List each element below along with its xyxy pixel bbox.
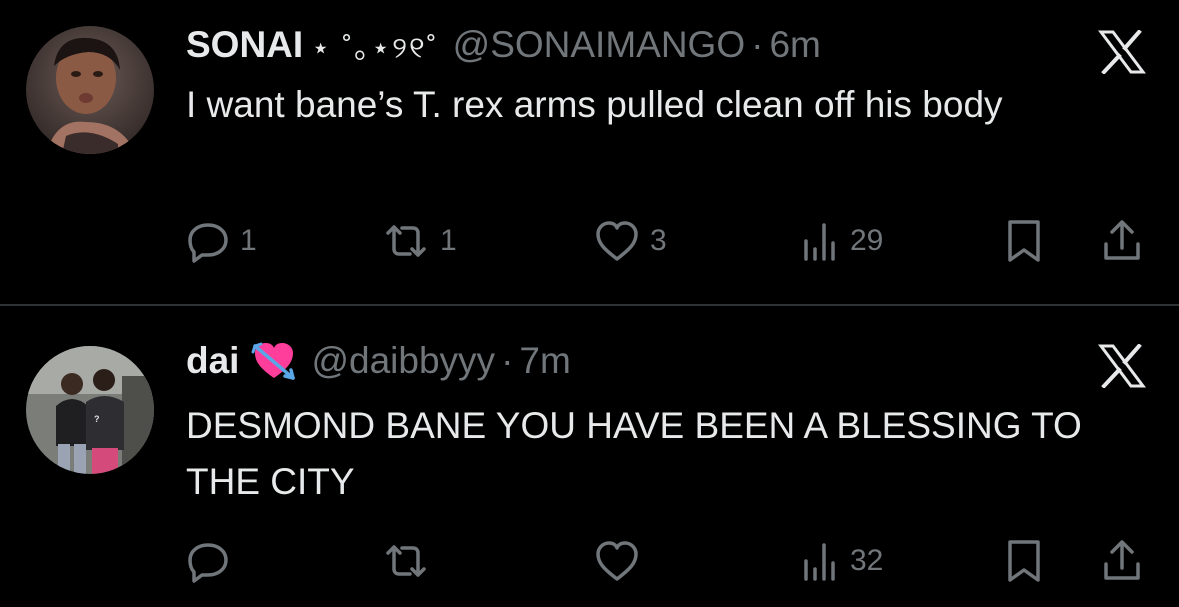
separator: · xyxy=(501,340,514,381)
retweet-button[interactable]: 1 xyxy=(382,216,457,266)
like-button[interactable]: 3 xyxy=(594,216,667,266)
tweet-text: I want bane’s T. rex arms pulled clean o… xyxy=(186,84,1003,125)
timestamp[interactable]: 6m xyxy=(769,24,820,66)
bookmark-button[interactable] xyxy=(1004,536,1044,586)
retweet-button[interactable] xyxy=(382,536,440,586)
view-count: 32 xyxy=(850,544,884,577)
bookmark-button[interactable] xyxy=(1004,216,1044,266)
reply-button[interactable]: 1 xyxy=(186,216,257,266)
retweet-icon xyxy=(382,539,430,583)
name-decoration: ⋆ ˚｡⋆୨୧˚ xyxy=(311,32,439,65)
like-button[interactable] xyxy=(594,536,650,586)
heart-with-arrow-icon xyxy=(251,338,297,384)
reply-icon xyxy=(186,539,230,583)
bookmark-icon xyxy=(1004,538,1044,584)
avatar[interactable] xyxy=(26,26,154,154)
reply-icon xyxy=(186,219,230,263)
like-count: 3 xyxy=(650,224,667,257)
separator: · xyxy=(751,24,764,65)
share-button[interactable] xyxy=(1100,216,1144,266)
svg-text:?: ? xyxy=(94,414,100,424)
tweet-header: SONAI ⋆ ˚｡⋆୨୧˚ @SONAIMANGO · 6m xyxy=(186,20,821,70)
reply-count: 1 xyxy=(240,224,257,257)
action-bar: 32 xyxy=(186,536,1146,586)
avatar[interactable]: ? xyxy=(26,346,154,474)
handle[interactable]: @SONAIMANGO xyxy=(453,24,745,66)
bookmark-icon xyxy=(1004,218,1044,264)
retweet-icon xyxy=(382,219,430,263)
x-logo-icon xyxy=(1098,343,1146,389)
retweet-count: 1 xyxy=(440,224,457,257)
x-logo-icon xyxy=(1098,29,1146,75)
timestamp[interactable]: 7m xyxy=(519,340,570,382)
views-icon xyxy=(800,539,840,583)
action-bar: 1 1 3 29 xyxy=(186,216,1146,266)
views-icon xyxy=(800,219,840,263)
share-button[interactable] xyxy=(1100,536,1144,586)
tweet-card[interactable]: ? dai @daibbyyy · 7m DESMOND BANE YOU HA… xyxy=(0,306,1179,607)
share-icon xyxy=(1100,218,1144,264)
views-button[interactable]: 32 xyxy=(800,536,883,586)
tweet-header: dai @daibbyyy · 7m xyxy=(186,336,571,386)
tweet-text: DESMOND BANE YOU HAVE BEEN A BLESSING TO… xyxy=(186,405,1082,502)
share-icon xyxy=(1100,538,1144,584)
view-count: 29 xyxy=(850,224,884,257)
display-name[interactable]: dai xyxy=(186,340,239,382)
heart-icon xyxy=(594,219,640,263)
views-button[interactable]: 29 xyxy=(800,216,883,266)
display-name[interactable]: SONAI xyxy=(186,24,303,66)
handle[interactable]: @daibbyyy xyxy=(311,340,495,382)
heart-icon xyxy=(594,539,640,583)
tweet-card[interactable]: SONAI ⋆ ˚｡⋆୨୧˚ @SONAIMANGO · 6m I want b… xyxy=(0,0,1179,304)
reply-button[interactable] xyxy=(186,536,240,586)
